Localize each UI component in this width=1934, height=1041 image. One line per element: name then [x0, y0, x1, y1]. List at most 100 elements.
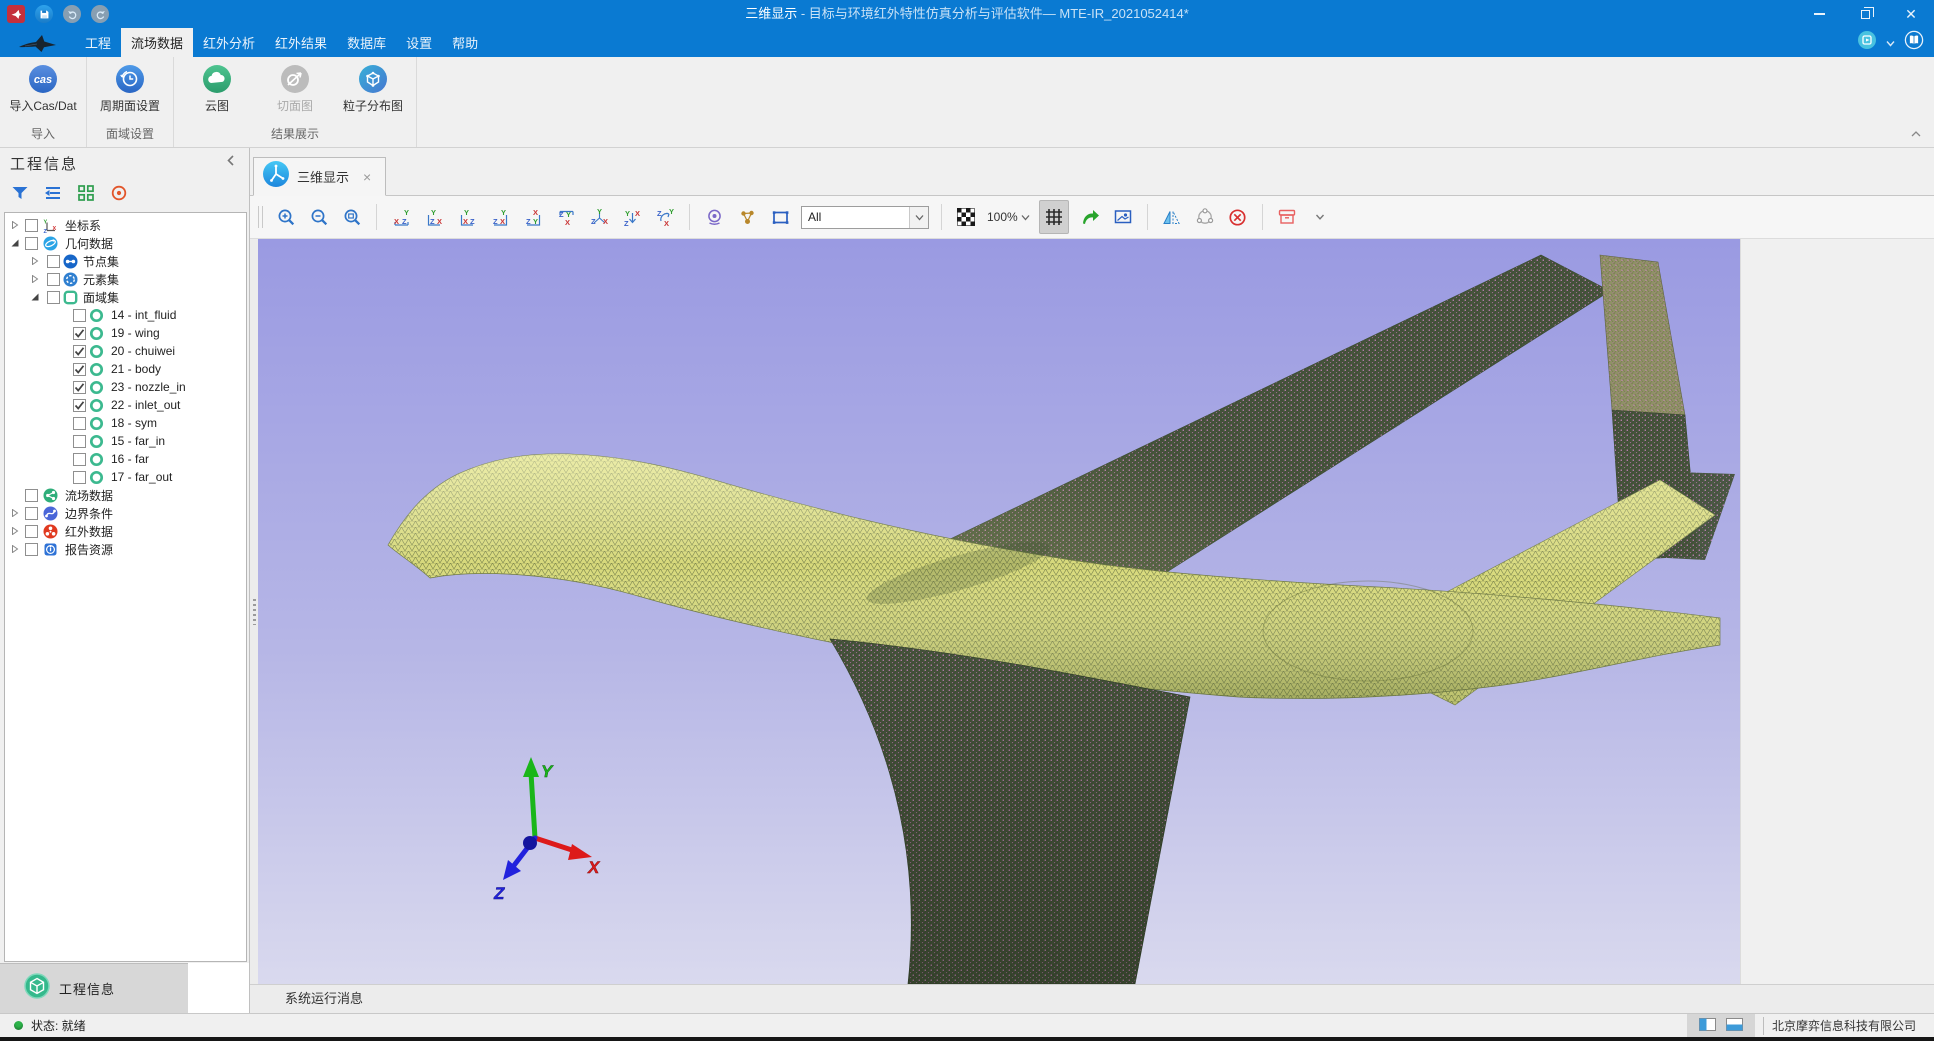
tree-item[interactable]: 18 - sym	[5, 414, 246, 432]
display-filter-combo[interactable]: All	[801, 206, 929, 229]
tree-checkbox[interactable]	[25, 237, 38, 250]
tree-item[interactable]: 21 - body	[5, 360, 246, 378]
menu-tab-1[interactable]: 工程	[75, 28, 121, 57]
tree-checkbox[interactable]	[47, 273, 60, 286]
menu-tab-5[interactable]: 数据库	[337, 28, 396, 57]
opacity-checker-icon[interactable]	[954, 205, 978, 229]
toolbar-grip[interactable]	[258, 206, 263, 228]
view-bottom-icon[interactable]: ZYX	[554, 205, 578, 229]
expander-closed-icon[interactable]	[11, 527, 20, 536]
tree-item[interactable]: 22 - inlet_out	[5, 396, 246, 414]
viewport-3d[interactable]: Y X Z	[258, 239, 1740, 984]
project-info-footer-tab[interactable]: 工程信息	[0, 963, 188, 1013]
ribbon-button-contour-cloud[interactable]: 云图	[178, 63, 256, 114]
tree-item[interactable]: 20 - chuiwei	[5, 342, 246, 360]
tree-checkbox[interactable]	[73, 327, 86, 340]
panel-splitter[interactable]	[250, 239, 258, 984]
tree-item[interactable]: 节点集	[5, 252, 246, 270]
tree-checkbox[interactable]	[25, 543, 38, 556]
restore-button[interactable]	[1842, 0, 1888, 28]
menu-tab-7[interactable]: 帮助	[442, 28, 488, 57]
tree-item[interactable]: 边界条件	[5, 504, 246, 522]
expander-closed-icon[interactable]	[31, 275, 40, 284]
expander-closed-icon[interactable]	[11, 221, 20, 230]
ribbon-button-periodic-face[interactable]: 周期面设置	[91, 63, 169, 114]
tree-item[interactable]: 几何数据	[5, 234, 246, 252]
tree-checkbox[interactable]	[73, 417, 86, 430]
redo-icon[interactable]	[91, 5, 109, 23]
expander-open-icon[interactable]	[11, 239, 20, 248]
mirror-icon[interactable]	[1160, 205, 1184, 229]
zoom-fit-icon[interactable]	[340, 205, 364, 229]
package-icon[interactable]	[1275, 205, 1299, 229]
help-manual-icon[interactable]	[1904, 30, 1924, 55]
tree-checkbox[interactable]	[73, 309, 86, 322]
outline-list-icon[interactable]	[43, 183, 63, 208]
view-iso-down-icon[interactable]: YXZ	[620, 205, 644, 229]
zoom-level-dropdown[interactable]: 100%	[987, 210, 1030, 224]
export-arrow-icon[interactable]	[1078, 205, 1102, 229]
view-iso-front-icon[interactable]: YZX	[587, 205, 611, 229]
tree-item[interactable]: 14 - int_fluid	[5, 306, 246, 324]
tree-item[interactable]: 23 - nozzle_in	[5, 378, 246, 396]
tree-checkbox[interactable]	[25, 219, 38, 232]
tree-checkbox[interactable]	[73, 381, 86, 394]
combo-dropdown-icon[interactable]	[909, 207, 928, 228]
panel-collapse-icon[interactable]	[226, 154, 235, 172]
expander-closed-icon[interactable]	[11, 509, 20, 518]
zoom-out-icon[interactable]	[307, 205, 331, 229]
tree-checkbox[interactable]	[73, 399, 86, 412]
ribbon-collapse-icon[interactable]	[1910, 125, 1922, 143]
tree-item[interactable]: 16 - far	[5, 450, 246, 468]
rect-select-icon[interactable]	[768, 205, 792, 229]
tree-checkbox[interactable]	[73, 435, 86, 448]
tree-checkbox[interactable]	[25, 489, 38, 502]
tree-checkbox[interactable]	[25, 507, 38, 520]
view-top-icon[interactable]: ZYX	[521, 205, 545, 229]
view-front-icon[interactable]: XZY	[389, 205, 413, 229]
snapshot-icon[interactable]	[1111, 205, 1135, 229]
view-right-icon[interactable]: ZXY	[488, 205, 512, 229]
tree-checkbox[interactable]	[73, 363, 86, 376]
tree-item[interactable]: 红外数据	[5, 522, 246, 540]
tab-close-icon[interactable]: ×	[357, 169, 371, 185]
tree-checkbox[interactable]	[47, 255, 60, 268]
nodes-circle-icon[interactable]	[1193, 205, 1217, 229]
tree-item[interactable]: 流场数据	[5, 486, 246, 504]
ribbon-button-cas-import[interactable]: cas导入Cas/Dat	[4, 63, 82, 114]
tree-item[interactable]: 面域集	[5, 288, 246, 306]
locate-icon[interactable]	[109, 183, 129, 208]
mesh-grid-icon[interactable]	[1039, 200, 1069, 234]
tree-checkbox[interactable]	[47, 291, 60, 304]
menu-tab-3[interactable]: 红外分析	[193, 28, 265, 57]
expander-open-icon[interactable]	[31, 293, 40, 302]
view-left-icon[interactable]: XZY	[455, 205, 479, 229]
left-panel-toggle-icon[interactable]	[1699, 1018, 1716, 1034]
tree-checkbox[interactable]	[73, 345, 86, 358]
tree-item[interactable]: 15 - far_in	[5, 432, 246, 450]
ribbon-button-particle-distribution[interactable]: 粒子分布图	[334, 63, 412, 114]
close-button[interactable]: ✕	[1888, 0, 1934, 28]
menu-tab-6[interactable]: 设置	[396, 28, 442, 57]
tree-checkbox[interactable]	[73, 453, 86, 466]
expander-closed-icon[interactable]	[11, 545, 20, 554]
tab-3d-display[interactable]: 三维显示 ×	[253, 157, 386, 196]
tree-item[interactable]: YXZ坐标系	[5, 216, 246, 234]
bottom-panel-toggle-icon[interactable]	[1726, 1018, 1743, 1034]
zoom-in-icon[interactable]	[274, 205, 298, 229]
save-icon[interactable]	[35, 5, 53, 23]
view-iso-rotate-icon[interactable]: ZXY	[653, 205, 677, 229]
more-dropdown-icon[interactable]	[1308, 205, 1332, 229]
tree-checkbox[interactable]	[73, 471, 86, 484]
undo-icon[interactable]	[63, 5, 81, 23]
menu-tab-2[interactable]: 流场数据	[121, 28, 193, 57]
dropdown-caret-icon[interactable]	[1886, 34, 1895, 52]
expander-closed-icon[interactable]	[31, 257, 40, 266]
tree-item[interactable]: 17 - far_out	[5, 468, 246, 486]
menu-tab-4[interactable]: 红外结果	[265, 28, 337, 57]
view-back-icon[interactable]: ZXY	[422, 205, 446, 229]
molecule-icon[interactable]	[735, 205, 759, 229]
tree-item[interactable]: 元素集	[5, 270, 246, 288]
filter-icon[interactable]	[10, 183, 30, 208]
app-logo-icon[interactable]	[7, 5, 25, 23]
